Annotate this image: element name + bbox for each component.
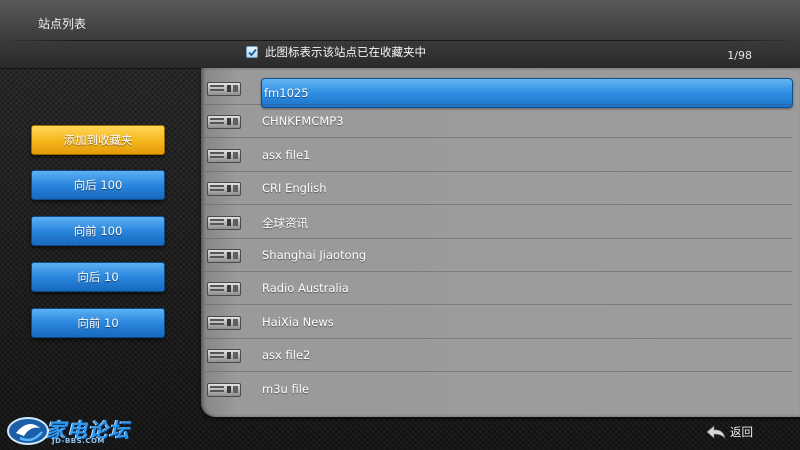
radio-device-icon [207, 248, 241, 264]
button-label: 向后 10 [77, 270, 119, 284]
station-row[interactable]: Radio Australia [201, 272, 800, 306]
radio-device-icon [207, 181, 241, 197]
station-row[interactable]: Shanghai Jiaotong [201, 239, 800, 272]
add-to-favorites-button[interactable]: 添加到收藏夹 [31, 125, 165, 155]
station-name: HaiXia News [262, 314, 334, 329]
checkbox-favorite-icon [246, 46, 258, 58]
station-name: CHNKFMCMP3 [262, 114, 344, 129]
station-name: m3u file [262, 381, 309, 396]
radio-device-icon [207, 382, 241, 398]
radio-device-icon [207, 348, 241, 364]
header-bar: 站点列表 此图标表示该站点已在收藏夹中 1/98 [0, 0, 800, 69]
back-100-button[interactable]: 向后 100 [31, 170, 165, 200]
station-row[interactable]: 全球资讯 [201, 206, 800, 239]
back-label: 返回 [730, 425, 753, 439]
station-row[interactable]: HaiXia News [201, 306, 800, 339]
radio-device-icon [207, 148, 241, 164]
button-label: 向后 100 [73, 178, 123, 192]
station-name: asx file1 [262, 147, 311, 162]
radio-device-icon [207, 315, 241, 331]
station-name: Shanghai Jiaotong [262, 248, 367, 262]
station-row[interactable]: CRI English [201, 172, 800, 206]
station-name: Radio Australia [262, 281, 349, 296]
station-name: fm1025 [264, 86, 309, 100]
button-label: 添加到收藏夹 [63, 133, 133, 147]
back-arrow-icon [706, 425, 726, 439]
header-divider [0, 40, 800, 41]
radio-device-icon [207, 281, 241, 297]
forward-100-button[interactable]: 向前 100 [31, 216, 165, 246]
radio-device-icon [207, 81, 241, 97]
button-label: 向前 100 [73, 224, 123, 238]
radio-device-icon [207, 215, 241, 231]
forum-logo: 家电论坛 JD-BBS.COM [6, 414, 131, 448]
legend-text: 此图标表示该站点已在收藏夹中 [265, 45, 426, 59]
station-name: CRI English [262, 181, 327, 196]
station-row[interactable]: m3u file [201, 373, 800, 406]
page-title: 站点列表 [38, 17, 87, 31]
favorite-legend: 此图标表示该站点已在收藏夹中 [246, 44, 426, 60]
logo-emblem-icon [7, 417, 49, 445]
station-row[interactable]: CHNKFMCMP3 [201, 105, 800, 139]
station-list: fm1025 CHNKFMCMP3 asx file1 CRI English … [201, 68, 800, 417]
button-label: 向前 10 [77, 316, 119, 330]
logo-subtext: JD-BBS.COM [52, 437, 105, 445]
back-10-button[interactable]: 向后 10 [31, 262, 165, 292]
station-row[interactable]: fm1025 [201, 72, 800, 108]
radio-device-icon [207, 114, 241, 130]
station-row[interactable]: asx file2 [201, 339, 800, 373]
page-indicator: 1/98 [727, 49, 752, 62]
station-row[interactable]: asx file1 [201, 139, 800, 172]
forward-10-button[interactable]: 向前 10 [31, 308, 165, 338]
back-button[interactable]: 返回 [706, 424, 753, 440]
station-name: asx file2 [262, 348, 311, 363]
station-name: 全球资讯 [262, 215, 308, 230]
